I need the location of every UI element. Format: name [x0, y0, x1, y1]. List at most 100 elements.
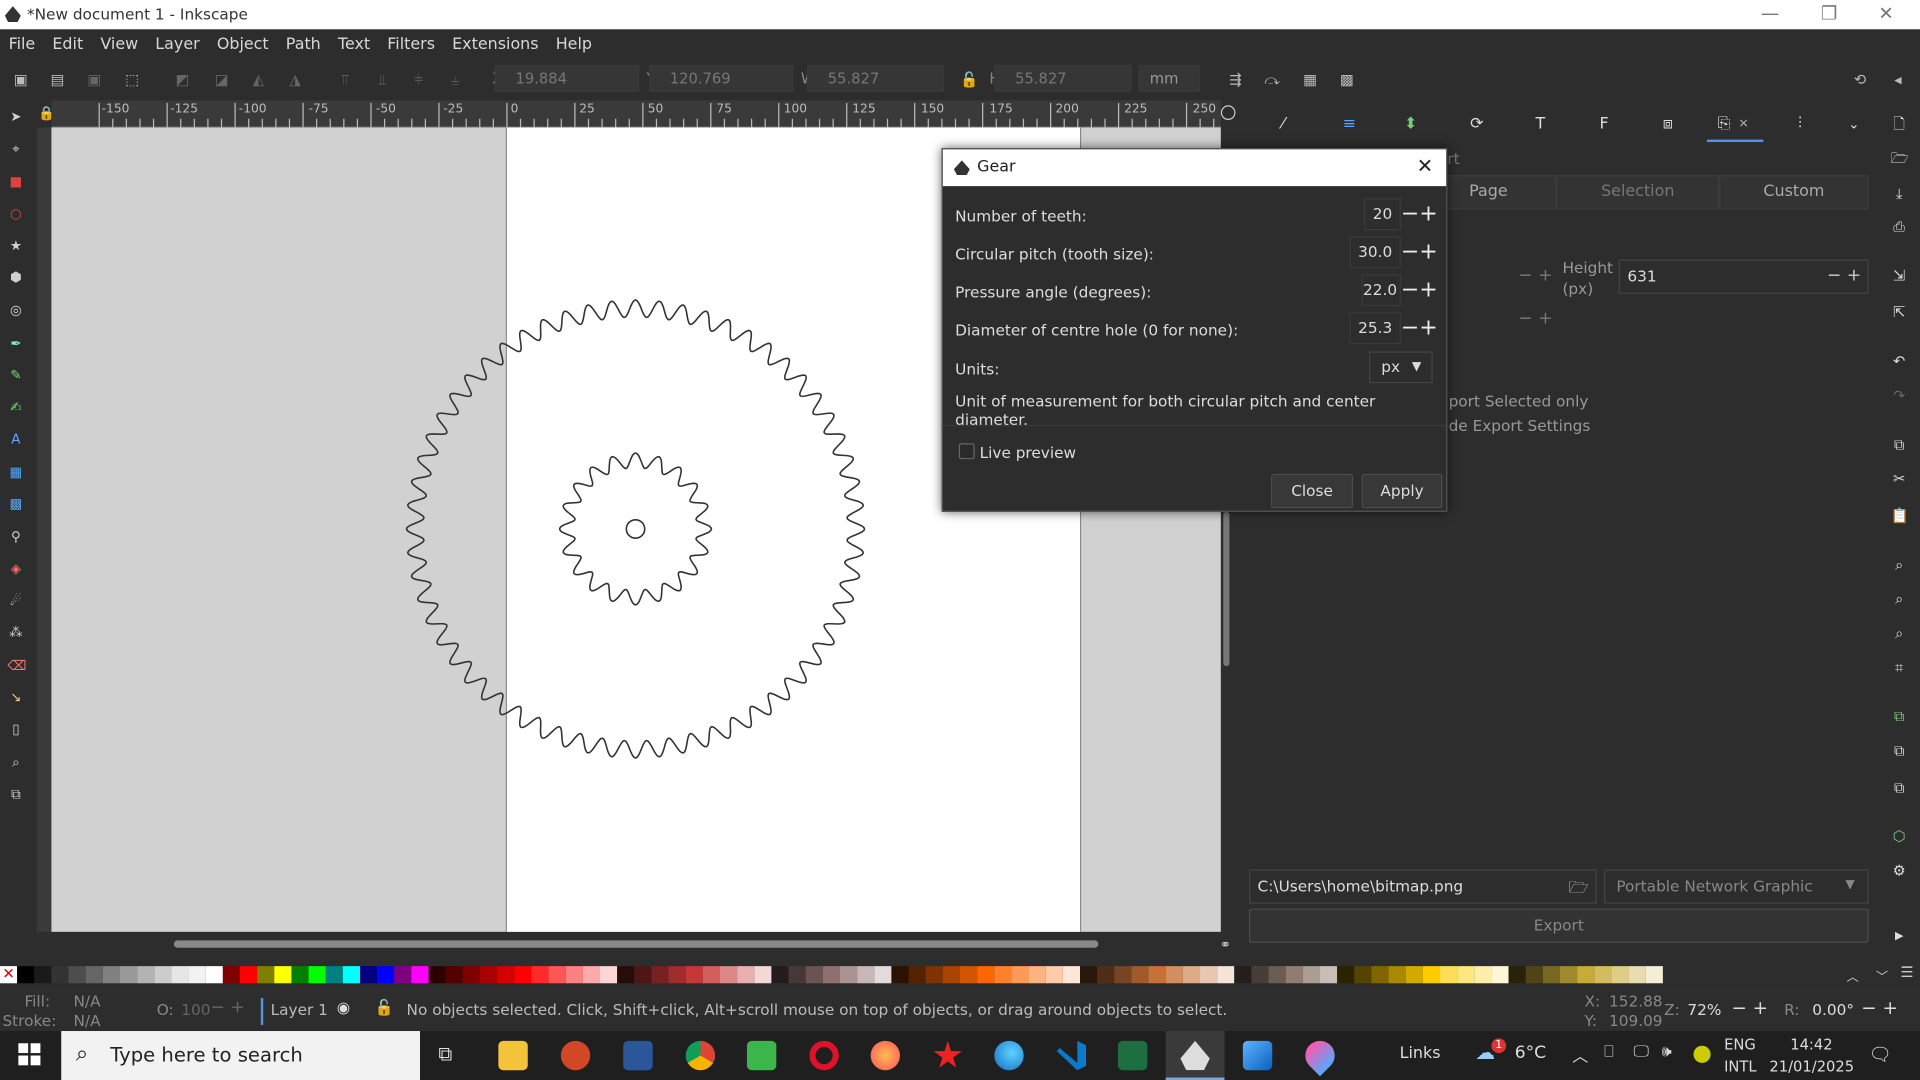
color-swatch[interactable] [274, 966, 292, 984]
layer-visibility-icon[interactable]: ◉ [337, 998, 350, 1016]
export-tab-close-icon[interactable]: ✕ [1734, 115, 1754, 135]
move-patterns-icon[interactable]: ▩ [1338, 71, 1355, 88]
color-swatch[interactable] [1097, 966, 1115, 984]
chrome-icon[interactable] [685, 1040, 716, 1071]
clone-icon[interactable]: ⧉ [1891, 742, 1908, 759]
color-swatch[interactable] [1302, 966, 1321, 984]
color-swatch[interactable] [1422, 966, 1441, 984]
color-swatch[interactable] [240, 966, 258, 984]
color-swatch[interactable] [1011, 966, 1029, 984]
chevron-up-icon[interactable]: ︿ [1572, 1043, 1588, 1066]
task-view-icon[interactable]: ⧉ [438, 1042, 452, 1066]
color-swatch[interactable] [34, 966, 52, 984]
align-tab-icon[interactable]: ⫶ [1790, 115, 1810, 135]
export-path-field[interactable]: C:\Users\home\bitmap.png [1248, 869, 1597, 904]
color-swatch[interactable] [85, 966, 103, 984]
layers-tab-icon[interactable]: ≡ [1340, 115, 1360, 135]
h-field[interactable]: 55.827 [994, 64, 1132, 92]
color-swatch[interactable] [977, 966, 995, 984]
color-swatch[interactable] [1285, 966, 1303, 984]
tweak-tool-icon[interactable]: ☄ [7, 593, 24, 610]
touch-select-icon[interactable]: ⬚ [124, 71, 141, 88]
color-swatch[interactable] [1165, 966, 1183, 984]
color-swatch[interactable] [617, 966, 635, 984]
color-swatch[interactable] [222, 966, 241, 984]
large-gear[interactable] [405, 299, 866, 759]
color-swatch[interactable] [651, 966, 669, 984]
more-commands-icon[interactable]: ▶ [1891, 928, 1908, 945]
color-palette[interactable]: ✕ [0, 966, 1920, 986]
angle-field[interactable]: 22.0 [1361, 274, 1401, 307]
menu-object[interactable]: Object [217, 35, 269, 53]
color-swatch[interactable] [1354, 966, 1372, 984]
palette-scroll-up-icon[interactable]: ︿ [1847, 966, 1859, 984]
color-swatch[interactable] [720, 966, 738, 984]
pencil-tool-icon[interactable]: ✎ [7, 367, 24, 384]
small-gear[interactable] [558, 452, 713, 606]
zoom-page-icon[interactable]: ⌕ [1891, 624, 1908, 641]
color-swatch[interactable] [1611, 966, 1629, 984]
node-tool-icon[interactable]: ⌖ [7, 141, 24, 158]
gradient-tool-icon[interactable]: ▦ [7, 464, 24, 481]
w-field[interactable]: 55.827 [806, 64, 945, 92]
spray-tool-icon[interactable]: ⁂ [7, 624, 24, 641]
meet-now-icon[interactable]: ⎕ [1604, 1043, 1614, 1061]
fill-stroke-tab-icon[interactable]: ⁄ [1273, 115, 1293, 135]
menu-layer[interactable]: Layer [155, 35, 199, 53]
flip-horizontal-icon[interactable]: ◭ [250, 71, 267, 88]
color-swatch[interactable] [960, 966, 978, 984]
width-stepper-icon[interactable]: − + [1518, 266, 1552, 286]
x-field[interactable]: 19.884 [494, 64, 640, 92]
palette-menu-icon[interactable]: ☰ [1900, 964, 1913, 981]
links-toolbar[interactable]: Links [1400, 1044, 1441, 1062]
color-swatch[interactable] [994, 966, 1012, 984]
color-swatch[interactable] [445, 966, 463, 984]
layer-lock-icon[interactable]: 🔓 [375, 998, 394, 1018]
dock-menu-icon[interactable]: ⌄ [1844, 115, 1864, 135]
color-swatch[interactable] [188, 966, 206, 984]
font-tab-icon[interactable]: F [1594, 115, 1614, 135]
ungroup-icon[interactable]: ⚙ [1891, 862, 1908, 879]
dropper-tool-icon[interactable]: ⚲ [7, 529, 24, 546]
lower-bottom-icon[interactable]: ⫨ [447, 71, 464, 88]
color-swatch[interactable] [1217, 966, 1235, 984]
clock-date[interactable]: 21/01/2025 [1769, 1058, 1854, 1075]
color-swatch[interactable] [891, 966, 909, 984]
color-swatch[interactable] [1251, 966, 1269, 984]
color-swatch[interactable] [137, 966, 155, 984]
undo-icon[interactable]: ↶ [1891, 353, 1908, 370]
powerpoint-icon[interactable] [560, 1040, 591, 1071]
color-swatch[interactable] [1114, 966, 1132, 984]
color-swatch[interactable] [737, 966, 755, 984]
color-swatch[interactable] [702, 966, 721, 984]
menu-extensions[interactable]: Extensions [452, 35, 538, 53]
color-swatch[interactable] [308, 966, 326, 984]
export-tab-icon[interactable]: ⎘ [1714, 115, 1734, 135]
menu-filters[interactable]: Filters [387, 35, 435, 53]
hole-stepper-icon[interactable]: −+ [1401, 317, 1438, 339]
edge-icon[interactable] [994, 1040, 1024, 1071]
paste-icon[interactable]: 📋 [1891, 507, 1909, 524]
taskbar-search[interactable]: ⌕ Type here to search [61, 1031, 421, 1080]
color-swatch[interactable] [257, 966, 275, 984]
temperature[interactable]: 6°C [1515, 1043, 1546, 1063]
color-swatch[interactable] [102, 966, 121, 984]
app-green-icon[interactable] [746, 1040, 777, 1071]
color-swatch[interactable] [822, 966, 841, 984]
color-swatch[interactable] [634, 966, 652, 984]
export-selected-only[interactable]: port Selected only [1449, 392, 1589, 410]
open-icon[interactable]: 🗁 [1891, 149, 1909, 166]
measure-tool-icon[interactable]: ▯ [7, 721, 24, 738]
hole-field[interactable]: 25.3 [1349, 312, 1401, 345]
color-swatch[interactable] [1062, 966, 1081, 984]
no-paint-swatch[interactable]: ✕ [0, 966, 18, 984]
copy-icon[interactable]: ⧉ [1891, 436, 1908, 453]
rotate-cw-icon[interactable]: ◪ [213, 71, 230, 88]
close-button[interactable]: Close [1271, 473, 1354, 509]
color-swatch[interactable] [1320, 966, 1338, 984]
height-stepper-icon[interactable]: − + [1827, 266, 1861, 286]
snap-menu-icon[interactable]: ◂ [1889, 71, 1906, 88]
zoom-tool-icon[interactable]: ⌕ [7, 754, 24, 771]
photos-icon[interactable] [1242, 1040, 1273, 1071]
color-swatch[interactable] [1508, 966, 1526, 984]
